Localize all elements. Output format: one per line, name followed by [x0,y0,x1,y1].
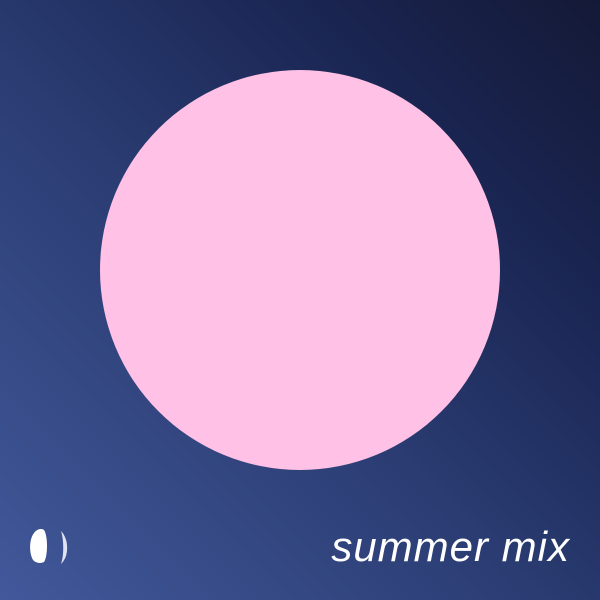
moon-phase-logo-icon [30,529,68,564]
playlist-title: summer mix [331,523,570,570]
pink-circle [100,70,500,470]
playlist-cover: summer mix [0,0,600,600]
